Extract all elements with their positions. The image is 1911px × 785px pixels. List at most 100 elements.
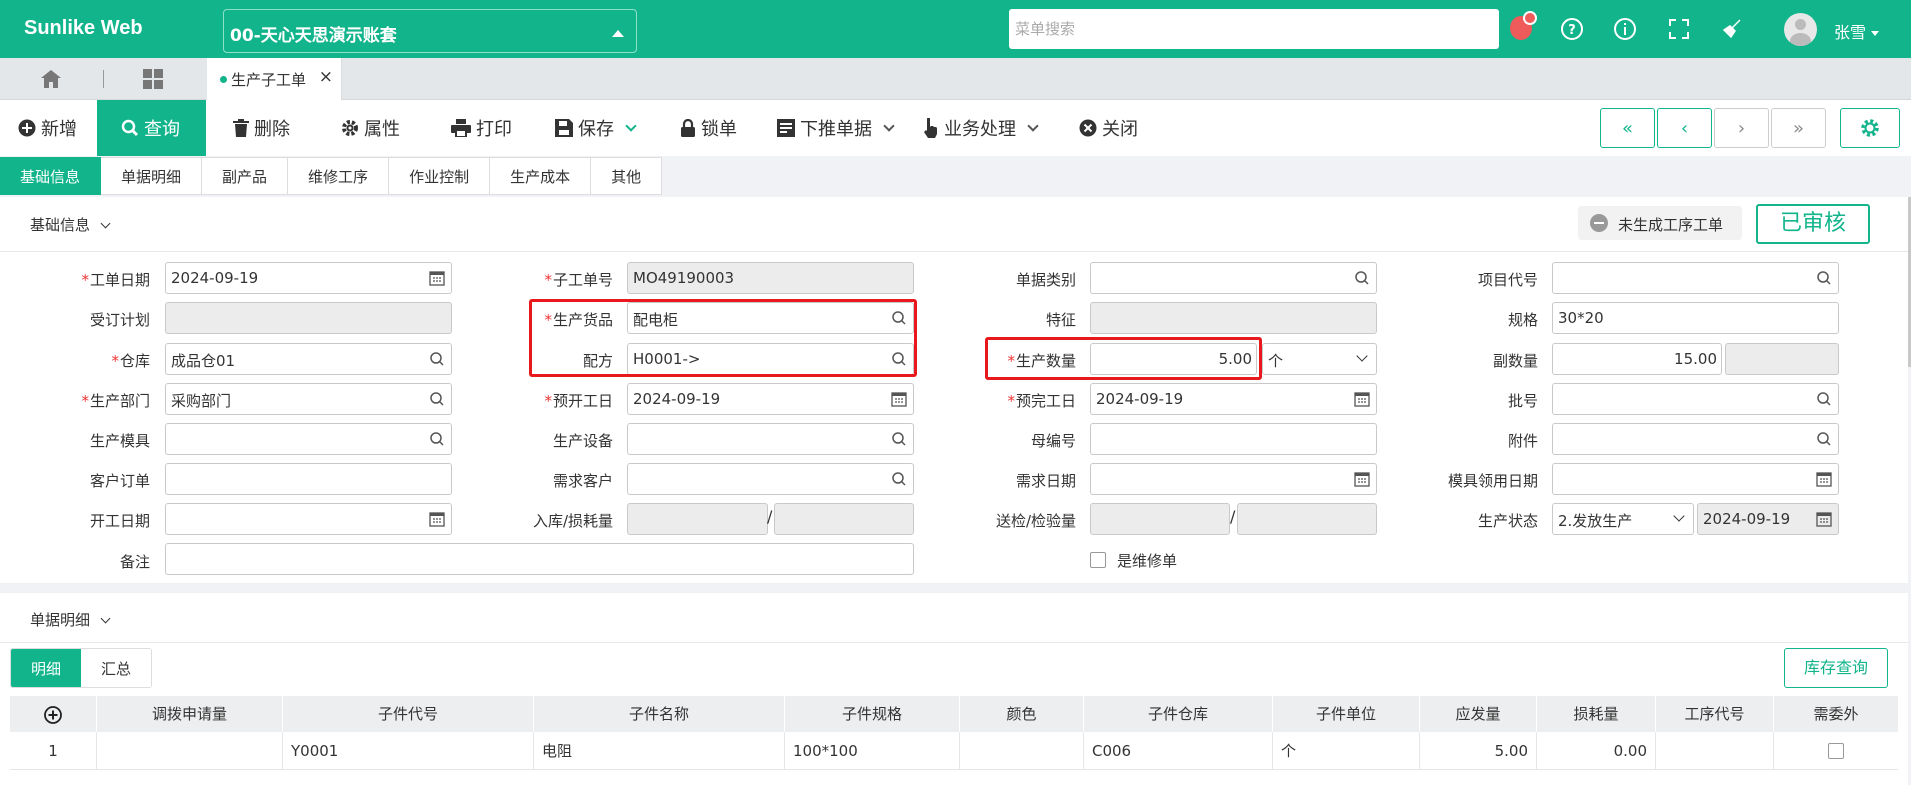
parent-no-field[interactable] <box>1090 423 1377 455</box>
lock-button[interactable]: 锁单 <box>680 100 737 156</box>
search-icon[interactable] <box>1816 270 1832 286</box>
col-part-spec[interactable]: 子件规格 <box>785 696 960 732</box>
property-button[interactable]: 属性 <box>341 100 400 156</box>
cell-part-code[interactable]: Y0001 <box>283 732 534 770</box>
col-process-code[interactable]: 工序代号 <box>1656 696 1774 732</box>
attachment-field[interactable] <box>1552 423 1839 455</box>
tab-detail[interactable]: 单据明细 <box>101 157 203 195</box>
tab-repair-process[interactable]: 维修工序 <box>288 157 390 195</box>
tab-by-product[interactable]: 副产品 <box>202 157 289 195</box>
calendar-icon[interactable] <box>1816 471 1832 487</box>
avatar[interactable] <box>1784 13 1817 46</box>
close-button[interactable]: 关闭 <box>1079 100 1138 156</box>
search-icon[interactable] <box>1816 431 1832 447</box>
col-part-unit[interactable]: 子件单位 <box>1273 696 1420 732</box>
col-outsource[interactable]: 需委外 <box>1774 696 1898 732</box>
search-icon[interactable] <box>429 391 445 407</box>
user-menu[interactable]: 张雪 <box>1834 19 1880 43</box>
work-date-field[interactable]: 2024-09-19 <box>165 262 452 294</box>
search-icon[interactable] <box>1816 391 1832 407</box>
menu-search-input[interactable] <box>1009 9 1499 49</box>
mold-date-field[interactable] <box>1552 463 1839 495</box>
tab-production-cost[interactable]: 生产成本 <box>490 157 592 195</box>
info-icon[interactable] <box>1613 17 1637 41</box>
plan-start-field[interactable]: 2024-09-19 <box>627 383 914 415</box>
business-button[interactable]: 业务处理 <box>923 100 1039 156</box>
notification-icon[interactable] <box>1510 11 1537 40</box>
detail-header[interactable]: 单据明细 <box>30 609 111 630</box>
search-icon[interactable] <box>429 431 445 447</box>
query-button[interactable]: 查询 <box>97 100 206 156</box>
col-part-name[interactable]: 子件名称 <box>534 696 785 732</box>
batch-field[interactable] <box>1552 383 1839 415</box>
sub-qty-field[interactable]: 15.00 <box>1552 343 1722 375</box>
warehouse-field[interactable]: 成品仓01 <box>165 343 452 375</box>
search-icon[interactable] <box>891 471 907 487</box>
close-icon[interactable]: × <box>319 67 333 87</box>
mold-field[interactable] <box>165 423 452 455</box>
calendar-icon[interactable] <box>1354 471 1370 487</box>
tab-basic-info[interactable]: 基础信息 <box>0 157 102 195</box>
tab-detail-lines[interactable]: 明细 <box>11 649 82 687</box>
calendar-icon[interactable] <box>1354 391 1370 407</box>
tab-other[interactable]: 其他 <box>591 157 663 195</box>
tab-summary[interactable]: 汇总 <box>81 649 152 687</box>
cell-part-name[interactable]: 电阻 <box>534 732 785 770</box>
cell-part-unit[interactable]: 个 <box>1273 732 1420 770</box>
demand-customer-field[interactable] <box>627 463 914 495</box>
next-record-button[interactable]: › <box>1714 108 1769 148</box>
add-row-cell[interactable] <box>10 696 97 732</box>
spec-field[interactable]: 30*20 <box>1552 302 1839 334</box>
start-date-field[interactable] <box>165 503 452 535</box>
col-part-warehouse[interactable]: 子件仓库 <box>1084 696 1273 732</box>
customer-order-field[interactable] <box>165 463 452 495</box>
plan-finish-field[interactable]: 2024-09-19 <box>1090 383 1377 415</box>
account-selector[interactable]: 00-天心天思演示账套 <box>223 9 637 53</box>
print-button[interactable]: 打印 <box>451 100 512 156</box>
col-loss-qty[interactable]: 损耗量 <box>1537 696 1656 732</box>
tab-operation-control[interactable]: 作业控制 <box>389 157 491 195</box>
basic-info-header[interactable]: 基础信息 <box>30 214 111 235</box>
doc-type-field[interactable] <box>1090 262 1377 294</box>
save-button[interactable]: 保存 <box>555 100 637 156</box>
cell-transfer-qty[interactable] <box>97 732 283 770</box>
col-part-code[interactable]: 子件代号 <box>283 696 534 732</box>
calendar-icon[interactable] <box>429 270 445 286</box>
tab-production-sub-order[interactable]: 生产子工单 × <box>207 58 342 100</box>
search-icon[interactable] <box>891 431 907 447</box>
new-button[interactable]: 新增 <box>18 100 77 156</box>
col-transfer-qty[interactable]: 调拨申请量 <box>97 696 283 732</box>
fullscreen-icon[interactable] <box>1667 17 1691 41</box>
remark-field[interactable] <box>165 543 914 575</box>
cell-color[interactable] <box>960 732 1084 770</box>
cell-process-code[interactable] <box>1656 732 1774 770</box>
department-field[interactable]: 采购部门 <box>165 383 452 415</box>
demand-date-field[interactable] <box>1090 463 1377 495</box>
search-icon[interactable] <box>1354 270 1370 286</box>
cell-issue-qty[interactable]: 5.00 <box>1420 732 1537 770</box>
status-select[interactable]: 2.发放生产 <box>1552 503 1694 535</box>
project-code-field[interactable] <box>1552 262 1839 294</box>
stock-query-button[interactable]: 库存查询 <box>1784 648 1888 688</box>
unit-select[interactable]: 个 <box>1262 343 1377 375</box>
outsource-checkbox[interactable] <box>1828 743 1844 759</box>
grid-icon[interactable] <box>143 69 163 89</box>
settings-button[interactable] <box>1840 108 1900 148</box>
push-down-button[interactable]: 下推单据 <box>777 100 895 156</box>
col-color[interactable]: 颜色 <box>960 696 1084 732</box>
equipment-field[interactable] <box>627 423 914 455</box>
clean-icon[interactable] <box>1720 17 1744 41</box>
help-icon[interactable]: ? <box>1560 17 1584 41</box>
home-icon[interactable] <box>40 69 62 89</box>
cell-part-spec[interactable]: 100*100 <box>785 732 960 770</box>
prev-record-button[interactable]: ‹ <box>1657 108 1712 148</box>
delete-button[interactable]: 删除 <box>233 100 290 156</box>
last-record-button[interactable]: » <box>1771 108 1826 148</box>
is-repair-checkbox[interactable] <box>1090 552 1106 568</box>
calendar-icon[interactable] <box>891 391 907 407</box>
cell-part-warehouse[interactable]: C006 <box>1084 732 1273 770</box>
cell-loss-qty[interactable]: 0.00 <box>1537 732 1656 770</box>
table-row[interactable]: 1 Y0001 电阻 100*100 C006 个 5.00 0.00 <box>10 732 1898 770</box>
first-record-button[interactable]: « <box>1600 108 1655 148</box>
search-icon[interactable] <box>429 351 445 367</box>
